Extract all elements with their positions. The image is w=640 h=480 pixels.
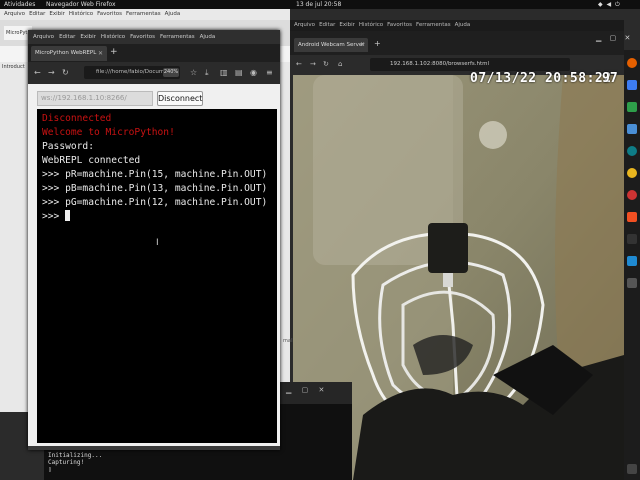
terminal-line: Welcome to MicroPython! — [42, 127, 175, 138]
disconnect-button[interactable]: Disconnect — [157, 91, 203, 106]
menu-item-exibir[interactable]: Exibir — [339, 22, 355, 28]
webcam-timestamp: 07/13/22 20:58:22 — [470, 71, 612, 86]
terminal-prompt: >>> — [42, 211, 66, 222]
terminal-icon[interactable] — [627, 234, 637, 244]
files-icon[interactable] — [627, 278, 637, 288]
menu-item-historico[interactable]: Histórico — [101, 34, 125, 40]
system-tray-icons[interactable]: ◆ ◀ ⏻ — [598, 0, 621, 9]
menu-item-ferramentas[interactable]: Ferramentas — [416, 22, 451, 28]
websocket-url-input[interactable]: ws://192.168.1.10:8266/ — [37, 91, 153, 106]
window-controls[interactable]: ▁ ▢ ✕ — [596, 34, 633, 42]
forward-arrow-icon[interactable]: → — [48, 62, 55, 84]
back-arrow-icon[interactable]: ← — [34, 62, 41, 84]
activities-button[interactable]: Atividades — [4, 0, 35, 9]
webrepl-terminal[interactable]: Disconnected Welcome to MicroPython! Pas… — [37, 109, 277, 443]
menu-item-arquivo[interactable]: Arquivo — [294, 22, 315, 28]
menu-item-ajuda[interactable]: Ajuda — [165, 11, 181, 17]
account-icon[interactable]: ◉ — [250, 62, 257, 84]
menu-item-ajuda[interactable]: Ajuda — [200, 34, 216, 40]
menu-item-favoritos[interactable]: Favoritos — [97, 11, 122, 17]
library-icon[interactable]: ▥ — [220, 62, 228, 84]
mp-menu-bar: Arquivo Editar Exibir Histórico Favoritos Fer… — [28, 30, 280, 44]
arduino-icon[interactable] — [627, 146, 637, 156]
home-icon[interactable]: ⌂ — [338, 55, 342, 74]
menu-item-editar[interactable]: Editar — [29, 11, 45, 17]
text-cursor-icon: I — [156, 238, 159, 248]
app-icon[interactable] — [627, 212, 637, 222]
terminal-line: >>> pB=machine.Pin(13, machine.Pin.OUT) — [42, 183, 268, 194]
menu-item-historico[interactable]: Histórico — [69, 11, 93, 17]
new-tab-icon[interactable]: + — [374, 37, 381, 51]
menu-item-ferramentas[interactable]: Ferramentas — [126, 11, 161, 17]
text-editor-icon[interactable] — [627, 124, 637, 134]
downloads-icon[interactable]: ⤓ — [205, 62, 209, 84]
close-tab-icon[interactable]: ✕ — [360, 38, 365, 52]
close-tab-icon[interactable]: ✕ — [98, 46, 103, 61]
cam-menu-bar: Arquivo Editar Exibir Histórico Favoritos Fer… — [290, 20, 624, 31]
tab-android-webcam[interactable]: Android Webcam Server — [294, 38, 368, 52]
menu-item-exibir[interactable]: Exibir — [80, 34, 96, 40]
clock[interactable]: 13 de jul 20:58 — [296, 0, 341, 9]
back-arrow-icon[interactable]: ← — [296, 55, 302, 74]
forward-arrow-icon[interactable]: → — [310, 55, 316, 74]
terminal-line: Capturing! — [48, 459, 85, 466]
terminal-line: Initializing... — [48, 452, 103, 459]
terminal-prompt-line: >>> — [42, 210, 277, 224]
reload-icon[interactable]: ↻ — [62, 62, 69, 84]
background-page-link[interactable]: Introduct — [2, 64, 25, 70]
new-tab-icon[interactable]: + — [110, 45, 118, 60]
menu-item-editar[interactable]: Editar — [59, 34, 75, 40]
top-bar: Atividades Navegador Web Firefox 13 de j… — [0, 0, 640, 9]
menu-item-favoritos[interactable]: Favoritos — [130, 34, 155, 40]
cam-url-bar[interactable]: 192.168.1.102:8080/browserfs.html — [370, 58, 570, 71]
menu-item-arquivo[interactable]: Arquivo — [33, 34, 54, 40]
show-applications-icon[interactable] — [627, 464, 637, 474]
terminal-cursor — [65, 210, 71, 221]
dock — [624, 50, 640, 480]
sidebar-icon[interactable]: ▤ — [235, 62, 243, 84]
menu-item-ajuda[interactable]: Ajuda — [455, 22, 471, 28]
terminal-line: >>> pR=machine.Pin(15, machine.Pin.OUT) — [42, 169, 268, 180]
terminal-output: Initializing... Capturing! ▯ — [48, 452, 102, 473]
menu-icon[interactable]: ≡ — [266, 62, 273, 84]
menu-item-exibir[interactable]: Exibir — [49, 11, 65, 17]
webcam-battery-level: 97 — [602, 71, 618, 86]
bookmark-star-icon[interactable]: ☆ — [190, 62, 197, 84]
python-icon[interactable] — [627, 168, 637, 178]
menu-item-favoritos[interactable]: Favoritos — [387, 22, 412, 28]
menu-item-ferramentas[interactable]: Ferramentas — [160, 34, 195, 40]
spreadsheet-icon[interactable] — [627, 102, 637, 112]
reload-icon[interactable]: ↻ — [323, 55, 329, 74]
terminal-line: Password: — [42, 141, 94, 152]
tab-micropython-webrepl[interactable]: MicroPython WebREPL — [31, 46, 107, 61]
menu-item-historico[interactable]: Histórico — [359, 22, 383, 28]
app-menu[interactable]: Navegador Web Firefox — [46, 0, 116, 9]
background-menu-bar: Arquivo Editar Exibir Histórico Favoritos Fer… — [0, 9, 290, 20]
vscode-icon[interactable] — [627, 256, 637, 266]
menu-item-arquivo[interactable]: Arquivo — [4, 11, 25, 17]
firefox-icon[interactable] — [627, 58, 637, 68]
zoom-level-badge[interactable]: 240% — [163, 68, 179, 77]
terminal-line: >>> pG=machine.Pin(12, machine.Pin.OUT) — [42, 197, 268, 208]
terminal-line: Disconnected — [42, 113, 112, 124]
terminal-window-controls[interactable]: ▁ ▢ ✕ — [286, 386, 328, 394]
document-viewer-icon[interactable] — [627, 80, 637, 90]
terminal-line: WebREPL connected — [42, 155, 141, 166]
menu-item-editar[interactable]: Editar — [319, 22, 335, 28]
terminal-cursor: ▯ — [48, 466, 52, 473]
chrome-icon[interactable] — [627, 190, 637, 200]
